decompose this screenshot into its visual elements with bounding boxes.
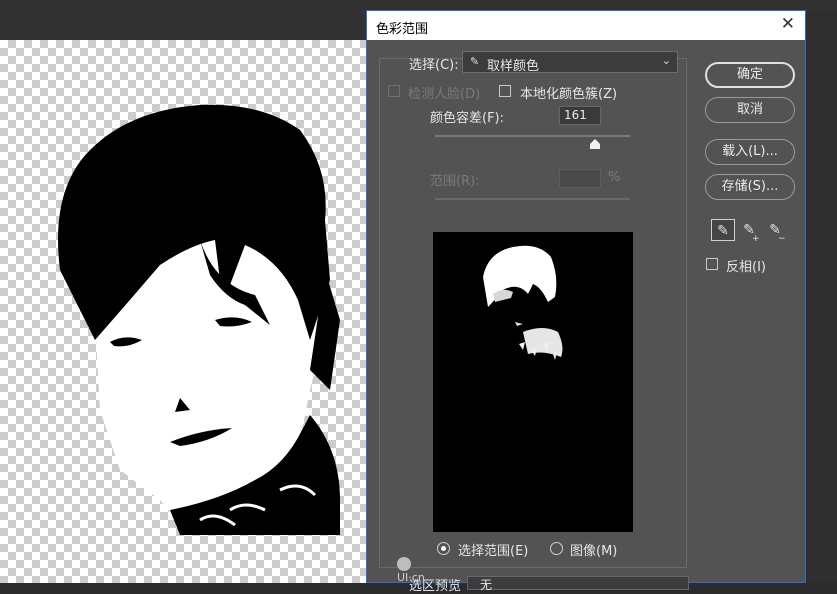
detect-faces-label: 检测人脸(D)	[408, 87, 481, 102]
eyedropper-plus-icon[interactable]: ✎ +	[737, 219, 761, 244]
fuzziness-input[interactable]: 161	[559, 106, 601, 125]
site-logo: UI·cn	[397, 557, 437, 584]
selection-preview-dropdown[interactable]: 无	[467, 576, 689, 592]
image-radio[interactable]	[550, 542, 563, 555]
close-icon[interactable]: ✕	[781, 14, 795, 34]
chevron-down-icon: ⌄	[661, 54, 671, 67]
selection-preview	[433, 232, 633, 532]
select-dropdown[interactable]: ✎ 取样颜色 ⌄	[462, 51, 678, 74]
localized-clusters-label: 本地化颜色簇(Z)	[520, 87, 618, 102]
ok-button[interactable]: 确定	[705, 62, 795, 88]
fuzziness-slider-track[interactable]	[435, 135, 630, 137]
eyedropper-icon[interactable]: ✎	[711, 219, 735, 241]
app-right-panel	[806, 10, 837, 583]
document-canvas[interactable]	[0, 40, 366, 583]
selection-radio[interactable]	[437, 542, 450, 555]
invert-label: 反相(I)	[726, 260, 766, 275]
range-label: 范围(R):	[430, 174, 480, 189]
dialog-title: 色彩范围	[376, 22, 429, 37]
detect-faces-checkbox[interactable]	[388, 85, 400, 97]
invert-checkbox[interactable]	[706, 258, 718, 270]
fuzziness-slider-thumb[interactable]	[589, 139, 600, 149]
load-button[interactable]: 载入(L)...	[705, 139, 795, 165]
save-button[interactable]: 存储(S)...	[705, 174, 795, 200]
selection-preview-value: 无	[480, 578, 493, 592]
logo-text: UI·cn	[397, 571, 425, 584]
portrait-image	[58, 104, 340, 535]
range-input[interactable]	[559, 169, 601, 188]
cancel-button[interactable]: 取消	[705, 97, 795, 123]
select-value: 取样颜色	[487, 59, 540, 74]
eyedropper-icon: ✎	[470, 55, 480, 68]
eyedropper-minus-icon[interactable]: ✎ −	[763, 219, 787, 244]
fuzziness-label: 颜色容差(F):	[430, 111, 505, 126]
range-slider-track[interactable]	[435, 198, 630, 200]
localized-clusters-checkbox[interactable]	[499, 85, 511, 97]
range-unit: %	[608, 170, 621, 185]
selection-preview-image	[483, 245, 563, 360]
dialog-titlebar: 色彩范围 ✕	[367, 11, 805, 40]
selection-radio-label: 选择范围(E)	[458, 544, 529, 559]
color-range-dialog: 色彩范围 ✕ 选择(C): ✎ 取样颜色 ⌄ 检测人脸(D) 本地化颜色簇(Z)…	[366, 10, 806, 594]
select-label: 选择(C):	[409, 58, 459, 73]
image-radio-label: 图像(M)	[570, 544, 618, 559]
